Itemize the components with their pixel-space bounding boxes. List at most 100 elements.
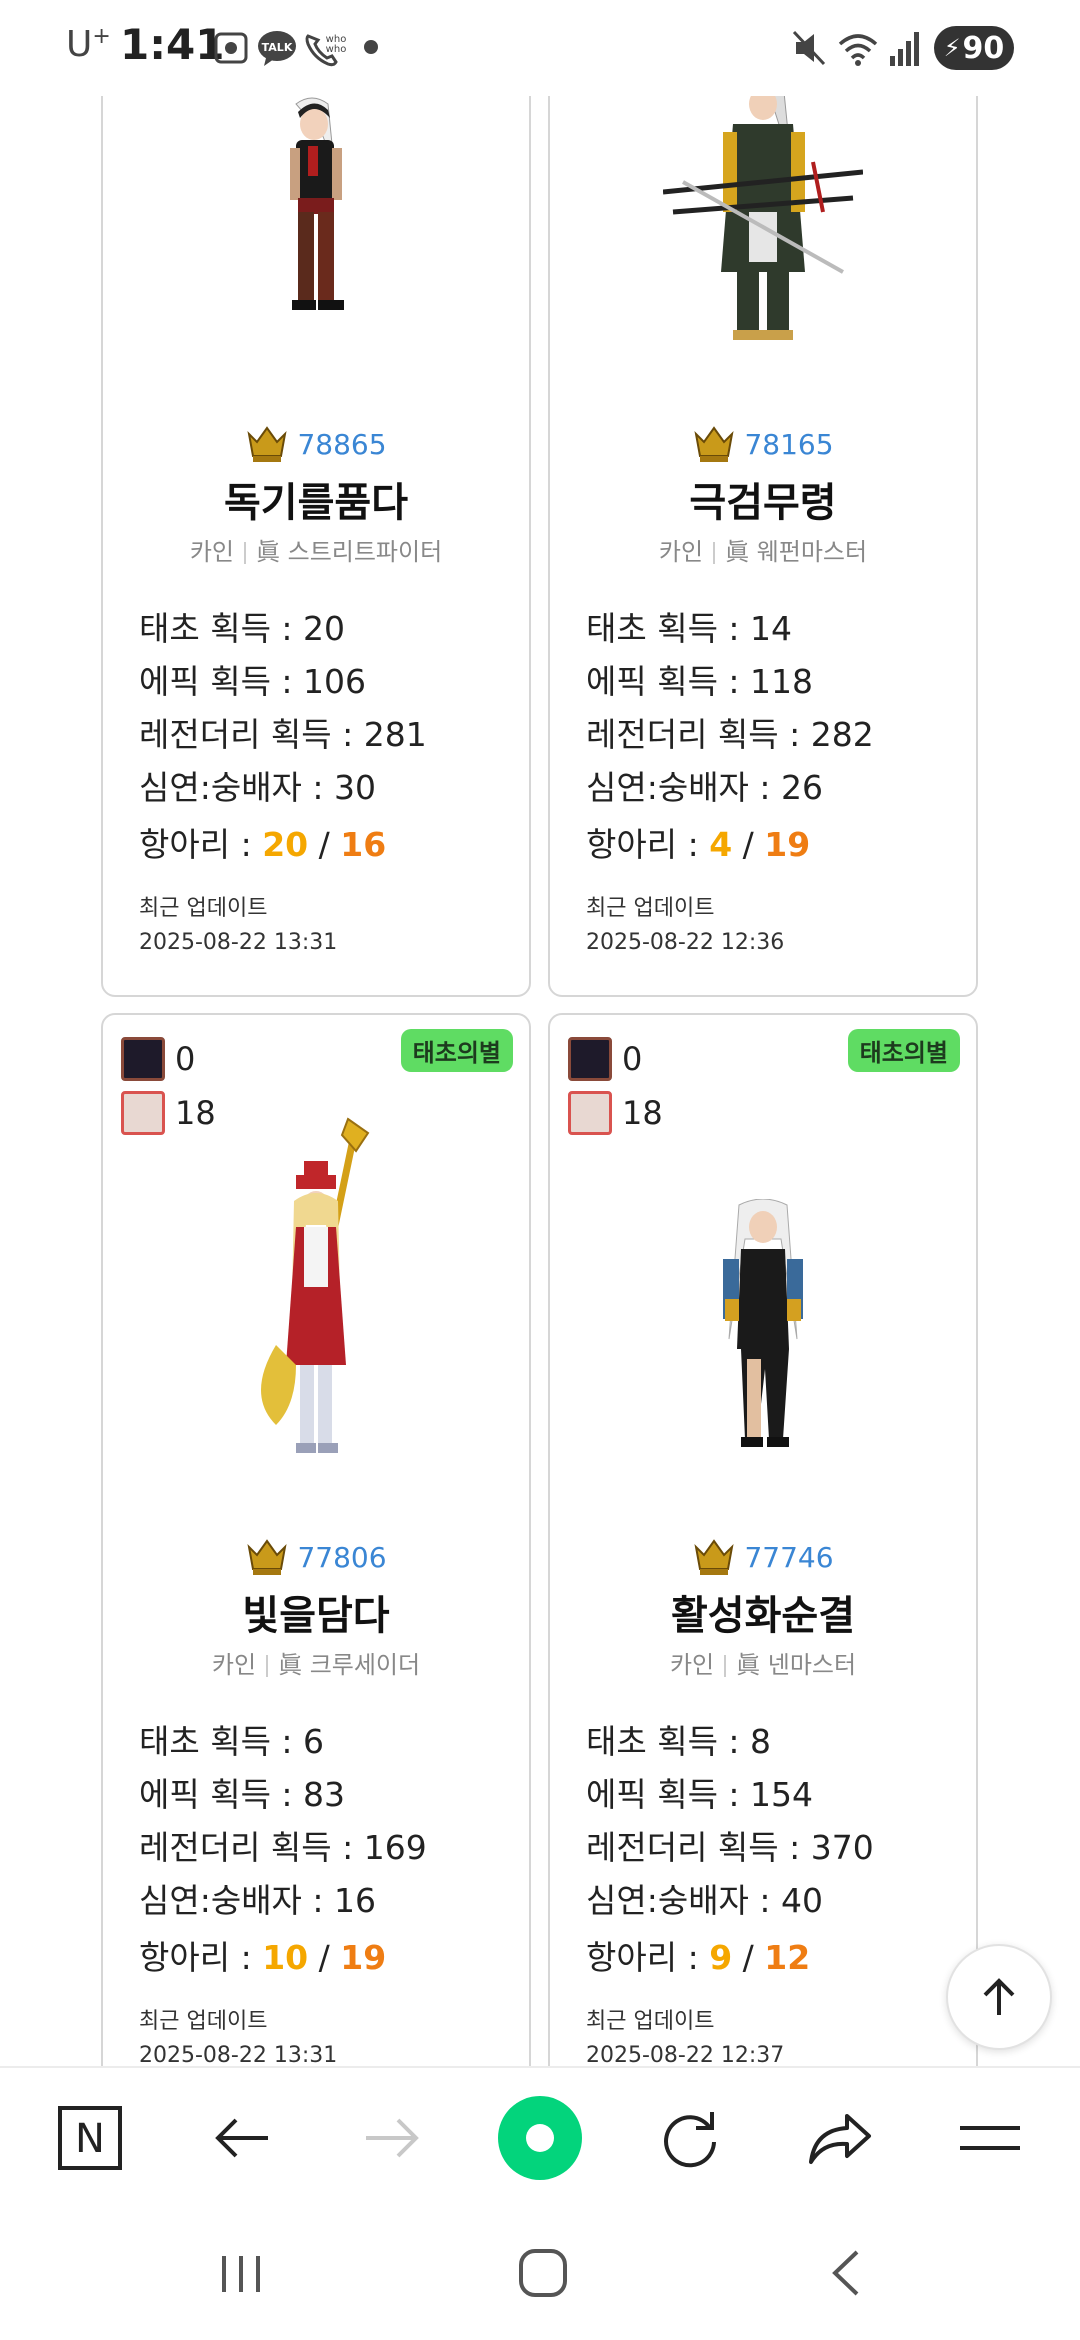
forward-button[interactable] — [342, 2088, 442, 2188]
stat-epic: 에픽 획득 : 83 — [139, 1775, 346, 1814]
rank-emblem-icon — [694, 426, 735, 462]
taecho-star-badge: 태초의별 — [847, 1029, 960, 1072]
naver-green-dot-icon — [498, 2096, 582, 2180]
character-card[interactable]: 78165 극검무령 카인 眞 웨펀마스터 태초 획득 : 14 에픽 획득 : … — [548, 20, 978, 997]
mini-stat-value: 0 — [175, 1040, 196, 1078]
system-back-button[interactable] — [800, 2238, 890, 2308]
character-class: 카인 眞 웨펀마스터 — [550, 532, 976, 567]
update-label: 최근 업데이트 — [139, 896, 268, 921]
character-sprite — [550, 1199, 976, 1459]
recent-apps-button[interactable] — [196, 2238, 286, 2308]
stats-list: 태초 획득 : 8 에픽 획득 : 154 레전더리 획득 : 370 심연:숭… — [586, 1715, 874, 1987]
rank-number: 77746 — [744, 1540, 834, 1574]
stat-abyss: 심연:숭배자 : 16 — [139, 1881, 377, 1920]
rank-row: 78865 — [103, 424, 529, 464]
refresh-button[interactable] — [640, 2088, 740, 2188]
rank-number: 77806 — [297, 1540, 387, 1574]
rank-row: 77806 — [103, 1537, 529, 1577]
abyss-item-icon — [568, 1037, 612, 1081]
stat-hangari: 항아리 : 9 / 12 — [586, 1938, 811, 1977]
rank-emblem-icon — [247, 1539, 288, 1575]
update-info: 최근 업데이트 2025-08-22 12:37 — [586, 2005, 784, 2073]
stat-legendary: 레전더리 획득 : 169 — [139, 1828, 427, 1867]
job-name: 眞 웨펀마스터 — [725, 538, 868, 566]
screenshot-icon — [214, 32, 248, 64]
recent-apps-icon — [222, 2256, 260, 2292]
character-class: 카인 眞 넨마스터 — [550, 1645, 976, 1680]
carrier-label: U+ — [66, 24, 111, 65]
stat-taecho: 태초 획득 : 20 — [139, 609, 346, 648]
kakaotalk-icon: TALK — [258, 31, 296, 66]
arrow-up-icon — [983, 1978, 1015, 2015]
character-sprite — [103, 94, 529, 354]
server-name: 카인 — [211, 1651, 257, 1679]
menu-button[interactable] — [940, 2088, 1040, 2188]
notification-dot — [364, 40, 378, 54]
forward-arrow-icon — [366, 2118, 419, 2158]
refresh-icon — [664, 2112, 716, 2168]
naver-home-icon: N — [58, 2106, 122, 2170]
home-button[interactable] — [498, 2238, 588, 2308]
rank-emblem-icon — [247, 426, 288, 462]
wifi-icon — [838, 34, 878, 66]
server-name: 카인 — [658, 538, 704, 566]
server-name: 카인 — [669, 1651, 715, 1679]
back-arrow-icon — [215, 2118, 268, 2158]
svg-text:N: N — [75, 2116, 105, 2162]
rank-row: 77746 — [550, 1537, 976, 1577]
stat-epic: 에픽 획득 : 118 — [586, 662, 814, 701]
abyss-item-icon — [121, 1037, 165, 1081]
mini-stat-value: 18 — [622, 1094, 663, 1132]
job-name: 眞 스트리트파이터 — [255, 538, 443, 566]
mini-stat-row: 0 — [568, 1037, 642, 1081]
character-card[interactable]: 78865 독기를품다 카인 眞 스트리트파이터 태초 획득 : 20 에픽 획득… — [101, 20, 531, 997]
mini-stat-value: 0 — [622, 1040, 643, 1078]
stat-taecho: 태초 획득 : 8 — [586, 1722, 772, 1761]
stat-taecho: 태초 획득 : 6 — [139, 1722, 325, 1761]
share-button[interactable] — [790, 2088, 890, 2188]
whowho-call-icon: who who — [305, 34, 347, 67]
naver-green-dot-button[interactable] — [490, 2088, 590, 2188]
mini-stat-row: 0 — [121, 1037, 195, 1081]
job-name: 眞 넨마스터 — [736, 1651, 857, 1679]
browser-toolbar: N — [0, 2066, 1080, 2208]
svg-text:who: who — [326, 44, 347, 55]
character-sprite — [103, 1115, 529, 1475]
update-info: 최근 업데이트 2025-08-22 12:36 — [586, 892, 784, 960]
character-sprite — [550, 72, 976, 352]
character-card[interactable]: 0 18 태초의별 77806 빛을담다 카인 眞 크루세이더 태초 획득: … — [101, 1013, 531, 2083]
battery-icon: ⚡ 90 — [934, 26, 1014, 70]
update-time: 2025-08-22 13:31 — [139, 930, 338, 955]
stat-hangari: 항아리 : 10 / 19 — [139, 1938, 387, 1977]
stat-legendary: 레전더리 획득 : 282 — [586, 715, 874, 754]
update-label: 최근 업데이트 — [586, 896, 715, 921]
stat-abyss: 심연:숭배자 : 26 — [586, 768, 824, 807]
update-time: 2025-08-22 12:36 — [586, 930, 785, 955]
character-name: 활성화순결 — [671, 1593, 855, 1639]
stat-hangari: 항아리 : 4 / 19 — [586, 825, 811, 864]
stat-epic: 에픽 획득 : 154 — [586, 1775, 814, 1814]
pet-item-icon — [568, 1091, 612, 1135]
job-name: 眞 크루세이더 — [278, 1651, 421, 1679]
status-time: 1:41 — [120, 20, 225, 69]
rank-number: 78865 — [297, 427, 387, 461]
server-name: 카인 — [189, 538, 234, 566]
mute-icon — [792, 30, 826, 66]
stat-abyss: 심연:숭배자 : 30 — [139, 768, 377, 807]
status-bar: U+ 1:41 TALK who who ⚡ 90 — [0, 0, 1080, 96]
naver-home-button[interactable]: N — [40, 2088, 140, 2188]
rank-row: 78165 — [550, 424, 976, 464]
character-card[interactable]: 0 18 태초의별 77746 활성화순결 카인 眞 넨마스터 태초 획득: … — [548, 1013, 978, 2083]
character-class: 카인 眞 크루세이더 — [103, 1645, 529, 1680]
stat-legendary: 레전더리 획득 : 281 — [139, 715, 427, 754]
stats-list: 태초 획득 : 14 에픽 획득 : 118 레전더리 획득 : 282 심연:… — [586, 602, 874, 874]
stat-taecho: 태초 획득 : 14 — [586, 609, 793, 648]
signal-icon — [890, 32, 919, 66]
rank-number: 78165 — [744, 427, 834, 461]
character-class: 카인 眞 스트리트파이터 — [103, 532, 529, 567]
stat-legendary: 레전더리 획득 : 370 — [586, 1828, 874, 1867]
update-label: 최근 업데이트 — [586, 2009, 715, 2034]
mini-stat-row: 18 — [568, 1091, 663, 1135]
back-button[interactable] — [192, 2088, 292, 2188]
scroll-to-top-button[interactable] — [946, 1944, 1052, 2050]
